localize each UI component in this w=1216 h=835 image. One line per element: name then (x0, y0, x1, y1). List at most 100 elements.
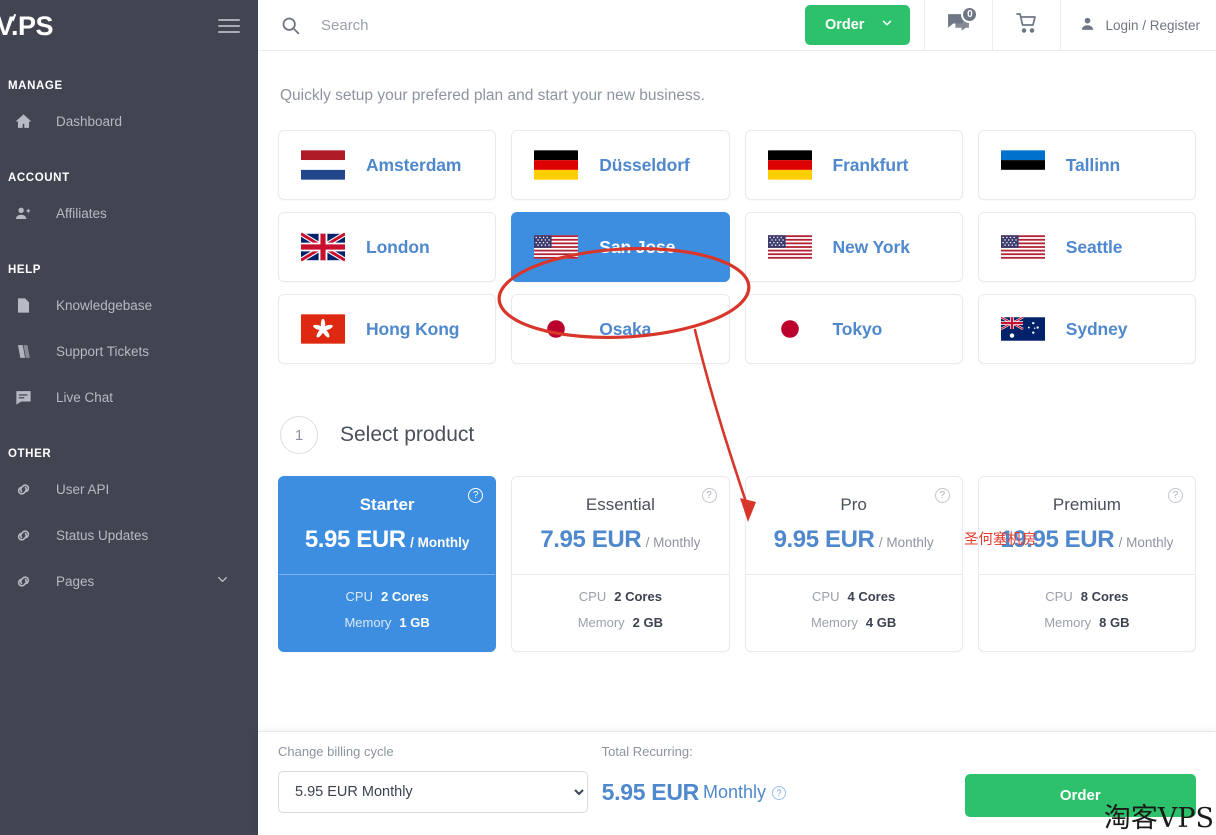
product-card-pro[interactable]: ? Pro 9.95 EUR / Monthly CPU 4 Cores Mem… (744, 476, 963, 652)
location-card-seattle[interactable]: Seattle (977, 212, 1196, 282)
location-card-frankfurt[interactable]: Frankfurt (744, 130, 963, 200)
product-card-starter[interactable]: ? Starter 5.95 EUR / Monthly CPU 2 Cores (278, 476, 497, 652)
spec-value: 2 Cores (614, 589, 662, 604)
sidebar-item-dashboard[interactable]: Dashboard (0, 98, 258, 144)
spec-value: 1 GB (399, 615, 430, 630)
location-label: Seattle (1065, 236, 1123, 257)
spec-label: CPU (578, 589, 607, 604)
notifications-button[interactable]: 0 (924, 0, 992, 51)
location-label: New York (832, 236, 910, 257)
link-icon (14, 526, 48, 545)
sidebar-item-support-tickets[interactable]: Support Tickets (0, 328, 258, 374)
location-label: Sydney (1065, 318, 1128, 339)
location-label: Düsseldorf (599, 154, 690, 175)
sidebar-section-manage: MANAGE Dashboard (0, 80, 258, 144)
location-card-san-jose[interactable]: San Jose (511, 212, 730, 282)
shopping-cart-icon (1015, 11, 1039, 40)
product-price: 5.95 EUR / Monthly (279, 526, 495, 554)
search-input[interactable] (321, 16, 741, 34)
spec-value: 4 GB (865, 615, 897, 630)
flag-hk-icon (301, 314, 345, 344)
spec-value: 2 Cores (381, 589, 429, 604)
location-card-sydney[interactable]: Sydney (977, 294, 1196, 364)
location-card-tallinn[interactable]: Tallinn (977, 130, 1196, 200)
sidebar-item-knowledgebase[interactable]: Knowledgebase (0, 282, 258, 328)
location-card-tokyo[interactable]: Tokyo (744, 294, 963, 364)
sidebar-item-label: Affiliates (56, 205, 107, 221)
sidebar-item-label: Knowledgebase (56, 297, 153, 313)
location-card-london[interactable]: London (278, 212, 497, 282)
help-icon[interactable]: ? (934, 488, 950, 503)
flag-gb-icon (301, 232, 345, 262)
spec-memory: Memory 1 GB (279, 615, 495, 630)
step-select-product: 1 Select product (278, 416, 1196, 454)
spec-memory: Memory 8 GB (979, 615, 1195, 630)
sidebar-item-affiliates[interactable]: Affiliates (0, 190, 258, 236)
product-name: Premium (1052, 495, 1121, 514)
spec-cpu: CPU 4 Cores (746, 589, 962, 604)
billing-cycle-group: Change billing cycle 5.95 EUR Monthly (278, 744, 602, 813)
product-specs: CPU 2 Cores Memory 2 GB (512, 574, 729, 651)
total-recurring-value: 5.95 EUR Monthly ? (602, 779, 965, 806)
sidebar-item-status-updates[interactable]: Status Updates (0, 512, 258, 558)
product-specs: CPU 8 Cores Memory 8 GB (978, 574, 1195, 651)
sidebar-item-label: Status Updates (56, 527, 149, 543)
location-label: Tokyo (832, 318, 883, 339)
help-icon[interactable]: ? (701, 488, 717, 503)
flag-nl-icon (301, 150, 345, 180)
logo[interactable]: V.PS (0, 10, 54, 41)
sidebar-section-title: OTHER (8, 448, 52, 460)
product-name: Starter (359, 495, 415, 514)
product-price: 19.95 EUR / Monthly (979, 526, 1195, 554)
login-register-button[interactable]: Login / Register (1060, 0, 1216, 51)
help-icon[interactable]: ? (772, 785, 787, 800)
cart-button[interactable] (992, 0, 1060, 51)
sidebar-section-help: HELP Knowledgebase Support Tickets Live … (0, 264, 258, 420)
location-card-new-york[interactable]: New York (744, 212, 963, 282)
sidebar-item-live-chat[interactable]: Live Chat (0, 374, 258, 420)
chevron-down-icon (880, 16, 894, 34)
search-icon[interactable] (280, 15, 301, 36)
location-card-hong-kong[interactable]: Hong Kong (278, 294, 497, 364)
product-cycle: / Monthly (1118, 535, 1174, 550)
flag-us-icon (1000, 235, 1045, 259)
product-card-essential[interactable]: ? Essential 7.95 EUR / Monthly CPU 2 Cor… (511, 476, 730, 652)
spec-memory: Memory 4 GB (746, 615, 962, 630)
location-card-dusseldorf[interactable]: Düsseldorf (511, 130, 730, 200)
spec-label: Memory (344, 615, 392, 630)
sidebar-item-label: Live Chat (56, 389, 114, 405)
step-title: Select product (340, 423, 475, 446)
page-subtitle: Quickly setup your prefered plan and sta… (280, 87, 705, 104)
location-card-amsterdam[interactable]: Amsterdam (278, 130, 497, 200)
product-card-premium[interactable]: ? Premium 19.95 EUR / Monthly CPU 8 Core… (977, 476, 1196, 652)
flag-jp-icon (767, 314, 812, 344)
spec-value: 8 Cores (1080, 589, 1129, 604)
product-head: ? Premium 19.95 EUR / Monthly (979, 477, 1195, 574)
person-add-icon (14, 204, 48, 223)
header-order-button[interactable]: Order (804, 5, 911, 45)
sidebar-item-pages[interactable]: Pages (0, 558, 258, 604)
help-icon[interactable]: ? (1168, 488, 1183, 503)
spec-label: CPU (1045, 589, 1073, 604)
flag-au-icon (1000, 316, 1045, 341)
sidebar-brand: V.PS (0, 0, 258, 52)
logo-text: V.PS (0, 10, 54, 41)
billing-cycle-select[interactable]: 5.95 EUR Monthly (278, 771, 588, 813)
file-icon (14, 296, 48, 315)
spec-memory: Memory 2 GB (512, 615, 728, 630)
chevron-down-icon[interactable] (215, 572, 230, 590)
product-amount: 5.95 EUR (304, 526, 406, 553)
sidebar-item-user-api[interactable]: User API (0, 466, 258, 512)
sidebar-section-title: ACCOUNT (8, 172, 70, 184)
spec-label: CPU (812, 589, 840, 604)
product-name: Essential (585, 495, 655, 514)
sidebar-item-label: User API (56, 481, 110, 497)
notifications-badge: 0 (961, 5, 979, 23)
spec-cpu: CPU 8 Cores (979, 589, 1195, 604)
location-label: Tallinn (1065, 154, 1121, 175)
product-price: 9.95 EUR / Monthly (746, 526, 962, 554)
hamburger-icon[interactable] (218, 15, 240, 37)
product-amount: 19.95 EUR (1000, 526, 1115, 553)
sidebar-item-label: Pages (56, 573, 95, 589)
location-card-osaka[interactable]: Osaka (511, 294, 730, 364)
